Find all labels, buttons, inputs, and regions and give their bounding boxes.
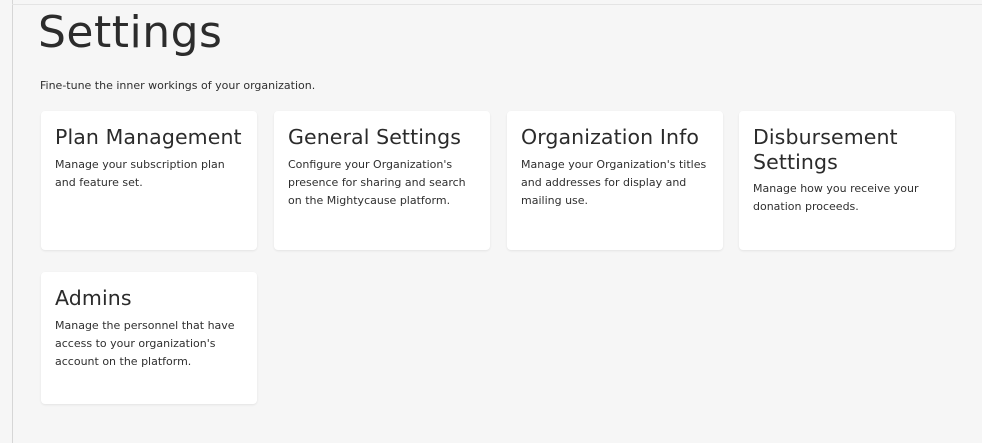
card-description: Manage the personnel that have access to… <box>55 319 235 368</box>
card-description: Manage your Organization's titles and ad… <box>521 158 707 207</box>
settings-page: Settings Fine-tune the inner workings of… <box>0 0 982 443</box>
left-divider <box>12 0 13 443</box>
page-subtitle: Fine-tune the inner workings of your org… <box>40 79 316 92</box>
card-title: Organization Info <box>521 125 700 149</box>
page-title: Settings <box>38 7 223 58</box>
card-title: Plan Management <box>55 125 242 149</box>
card-title: General Settings <box>288 125 461 149</box>
organization-info-card[interactable]: Organization Info Manage your Organizati… <box>507 111 723 250</box>
general-settings-card[interactable]: General Settings Configure your Organiza… <box>274 111 490 250</box>
admins-card[interactable]: Admins Manage the personnel that have ac… <box>41 272 257 404</box>
disbursement-settings-card[interactable]: Disbursement Settings Manage how you rec… <box>739 111 955 250</box>
top-divider <box>12 4 982 5</box>
card-description: Manage how you receive your donation pro… <box>753 182 919 213</box>
card-title: Admins <box>55 286 132 310</box>
card-description: Configure your Organization's presence f… <box>288 158 466 207</box>
card-title: Disbursement Settings <box>753 125 898 174</box>
plan-management-card[interactable]: Plan Management Manage your subscription… <box>41 111 257 250</box>
card-description: Manage your subscription plan and featur… <box>55 158 225 189</box>
